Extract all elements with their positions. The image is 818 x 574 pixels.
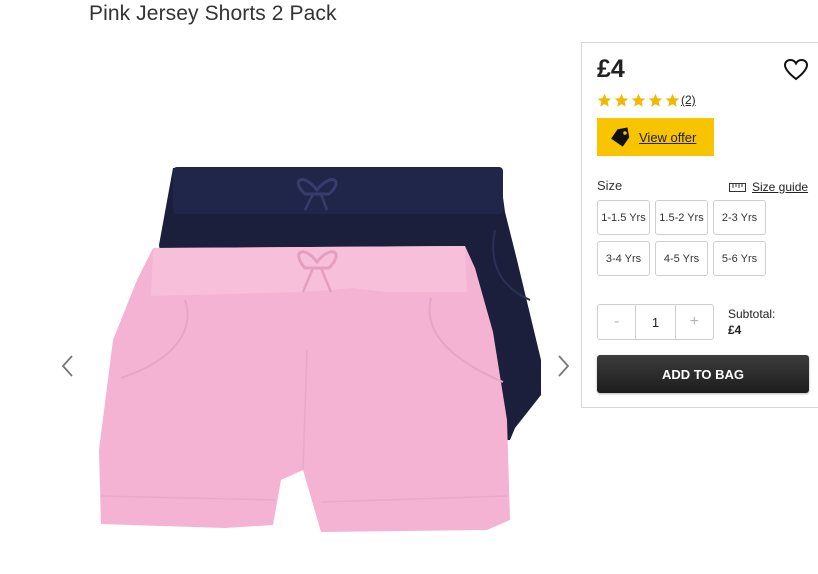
rating-stars <box>597 93 680 108</box>
star-icon <box>597 93 612 107</box>
price-tag-icon <box>611 127 630 147</box>
star-icon <box>665 93 680 107</box>
add-to-bag-button[interactable]: ADD TO BAG <box>597 355 809 393</box>
subtotal-label: Subtotal: <box>728 307 776 321</box>
star-icon <box>631 93 646 107</box>
quantity-decrease-button[interactable]: - <box>598 305 635 339</box>
buy-box-panel: £4 (2) View offer Size Size guide 1-1.5 … <box>581 42 818 408</box>
product-image-gallery <box>55 150 583 550</box>
size-label: Size <box>597 178 623 193</box>
quantity-stepper: - 1 + <box>597 304 714 340</box>
product-image <box>99 167 541 532</box>
star-icon <box>614 93 629 107</box>
size-option[interactable]: 1.5-2 Yrs <box>655 200 708 235</box>
product-title: Pink Jersey Shorts 2 Pack <box>89 2 337 25</box>
quantity-input[interactable]: 1 <box>635 305 676 339</box>
pink-shorts-image <box>99 246 510 532</box>
size-option[interactable]: 1-1.5 Yrs <box>597 200 650 235</box>
view-offer-label: View offer <box>639 129 697 145</box>
heart-icon[interactable] <box>783 58 809 82</box>
star-icon <box>648 93 663 107</box>
size-option[interactable]: 5-6 Yrs <box>713 241 766 276</box>
quantity-increase-button[interactable]: + <box>676 305 713 339</box>
size-option[interactable]: 3-4 Yrs <box>597 241 650 276</box>
subtotal: Subtotal: £4 <box>728 306 775 338</box>
size-option[interactable]: 2-3 Yrs <box>713 200 766 235</box>
subtotal-value: £4 <box>728 323 742 337</box>
size-guide-label: Size guide <box>752 180 809 194</box>
size-guide-link[interactable]: Size guide <box>729 180 808 194</box>
review-count-link[interactable]: (2) <box>681 93 696 107</box>
ruler-icon <box>729 182 746 192</box>
product-price: £4 <box>597 55 625 83</box>
size-option[interactable]: 4-5 Yrs <box>655 241 708 276</box>
view-offer-button[interactable]: View offer <box>597 118 714 156</box>
